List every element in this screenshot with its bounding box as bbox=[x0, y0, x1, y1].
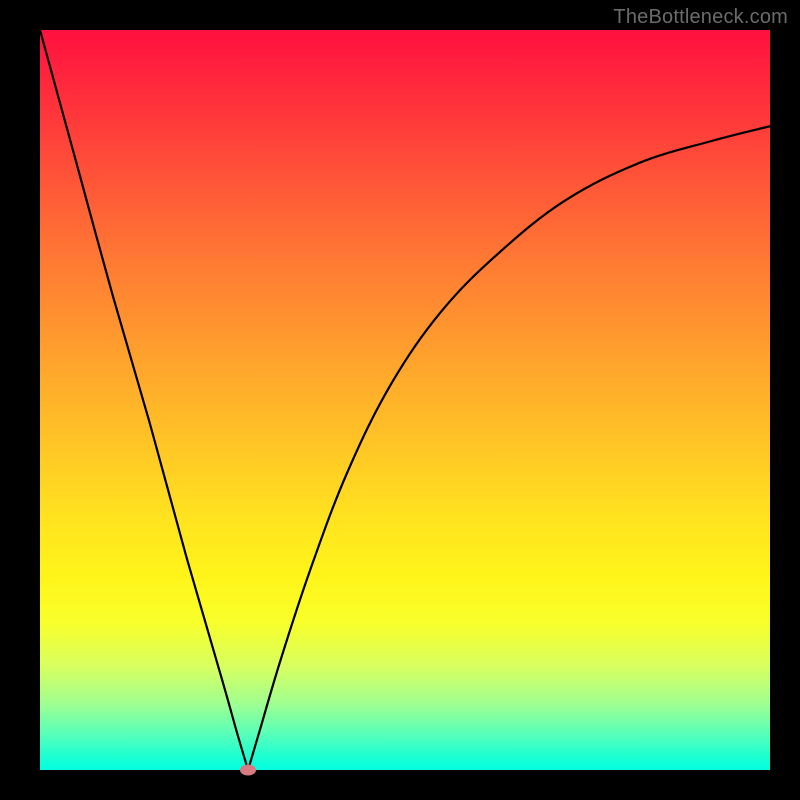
curve-left-branch bbox=[40, 30, 248, 770]
chart-frame: TheBottleneck.com bbox=[0, 0, 800, 800]
watermark-text: TheBottleneck.com bbox=[613, 6, 788, 29]
minimum-marker bbox=[240, 765, 256, 776]
curve-right-branch bbox=[248, 126, 770, 770]
plot-area bbox=[40, 30, 770, 770]
curve-layer bbox=[40, 30, 770, 770]
